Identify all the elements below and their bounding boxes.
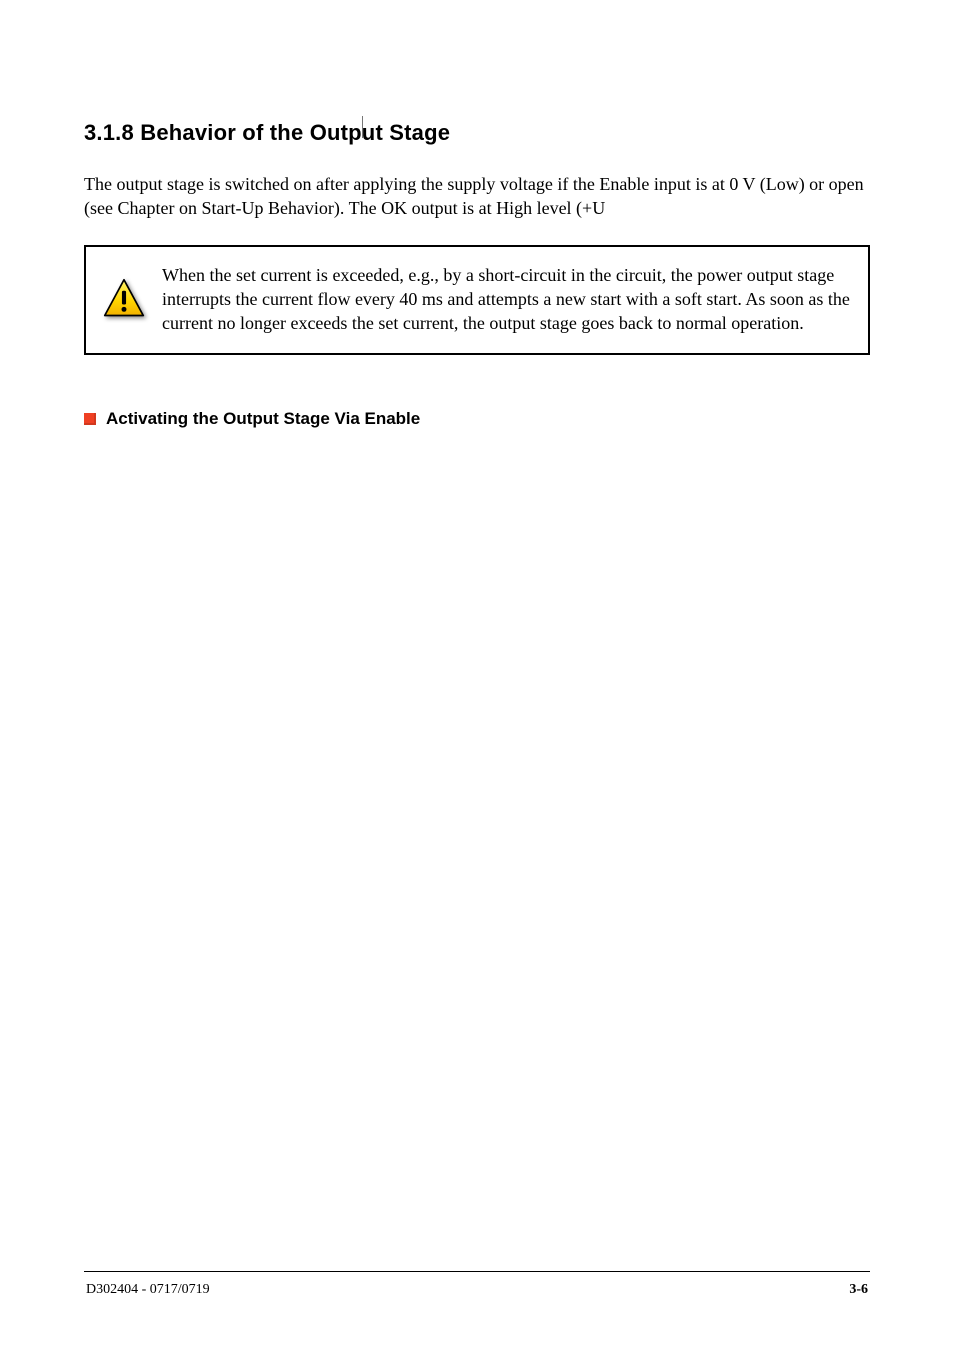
section-body: The output stage is switched on after ap… — [84, 172, 870, 221]
bullet-square-icon — [84, 413, 96, 425]
section-title: 3.1.8 Behavior of the Output Stage — [84, 120, 870, 146]
warning-icon — [102, 277, 146, 321]
warning-text: When the set current is exceeded, e.g., … — [162, 263, 850, 336]
footer-divider — [84, 1271, 870, 1272]
footer-document-id: D302404 - 0717/0719 — [86, 1282, 210, 1298]
page-top-mark — [362, 116, 363, 138]
subsection-title: Activating the Output Stage Via Enable — [106, 409, 420, 429]
footer-page-number: 3-6 — [849, 1282, 868, 1298]
warning-box: When the set current is exceeded, e.g., … — [84, 245, 870, 356]
subsection-heading-row: Activating the Output Stage Via Enable — [84, 409, 870, 429]
